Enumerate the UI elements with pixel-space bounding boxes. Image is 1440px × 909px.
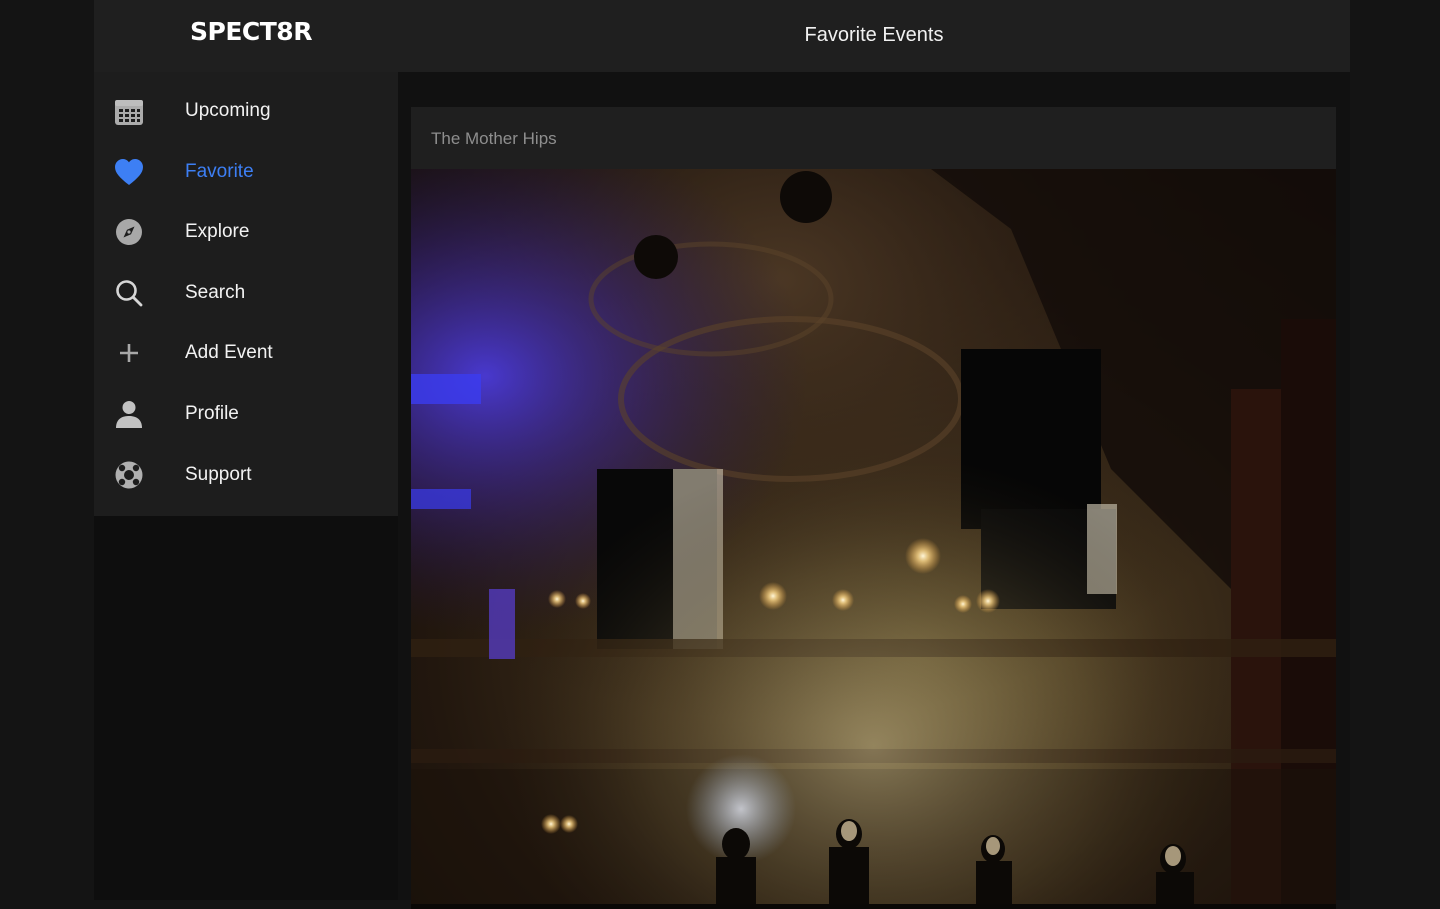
- app-window: SPECT8R Favorite Events Upcoming Favorit…: [94, 0, 1350, 909]
- top-bar: SPECT8R Favorite Events: [94, 0, 1350, 72]
- sidebar-item-search[interactable]: Search: [94, 266, 398, 320]
- sidebar-item-label: Search: [185, 282, 246, 303]
- app-logo[interactable]: SPECT8R: [190, 17, 312, 46]
- sidebar-item-support[interactable]: Support: [94, 448, 398, 502]
- sidebar-nav: Upcoming Favorite Explore Search Add Eve…: [94, 72, 398, 516]
- sidebar-item-label: Add Event: [185, 342, 273, 363]
- main-content: The Mother Hips: [398, 72, 1350, 909]
- event-title[interactable]: The Mother Hips: [431, 129, 557, 149]
- event-card[interactable]: The Mother Hips: [411, 107, 1336, 909]
- sidebar-item-label: Explore: [185, 221, 250, 242]
- compass-icon: [114, 217, 144, 247]
- search-icon: [114, 278, 144, 308]
- heart-icon: [114, 157, 144, 187]
- sidebar-item-profile[interactable]: Profile: [94, 387, 398, 441]
- sidebar-item-upcoming[interactable]: Upcoming: [94, 84, 398, 138]
- event-card-header: The Mother Hips: [411, 107, 1336, 169]
- plus-icon: [114, 338, 144, 368]
- person-icon: [114, 399, 144, 429]
- sidebar-item-label: Support: [185, 464, 252, 485]
- sidebar-item-explore[interactable]: Explore: [94, 205, 398, 259]
- page-title: Favorite Events: [804, 24, 944, 46]
- lifebuoy-icon: [114, 460, 144, 490]
- sidebar-item-label: Upcoming: [185, 100, 271, 121]
- calendar-icon: [114, 96, 144, 126]
- sidebar-item-add-event[interactable]: Add Event: [94, 326, 398, 380]
- event-photo[interactable]: [411, 169, 1336, 909]
- sidebar-item-label: Favorite: [185, 161, 254, 182]
- sidebar-item-favorite[interactable]: Favorite: [94, 145, 398, 199]
- sidebar-item-label: Profile: [185, 403, 239, 424]
